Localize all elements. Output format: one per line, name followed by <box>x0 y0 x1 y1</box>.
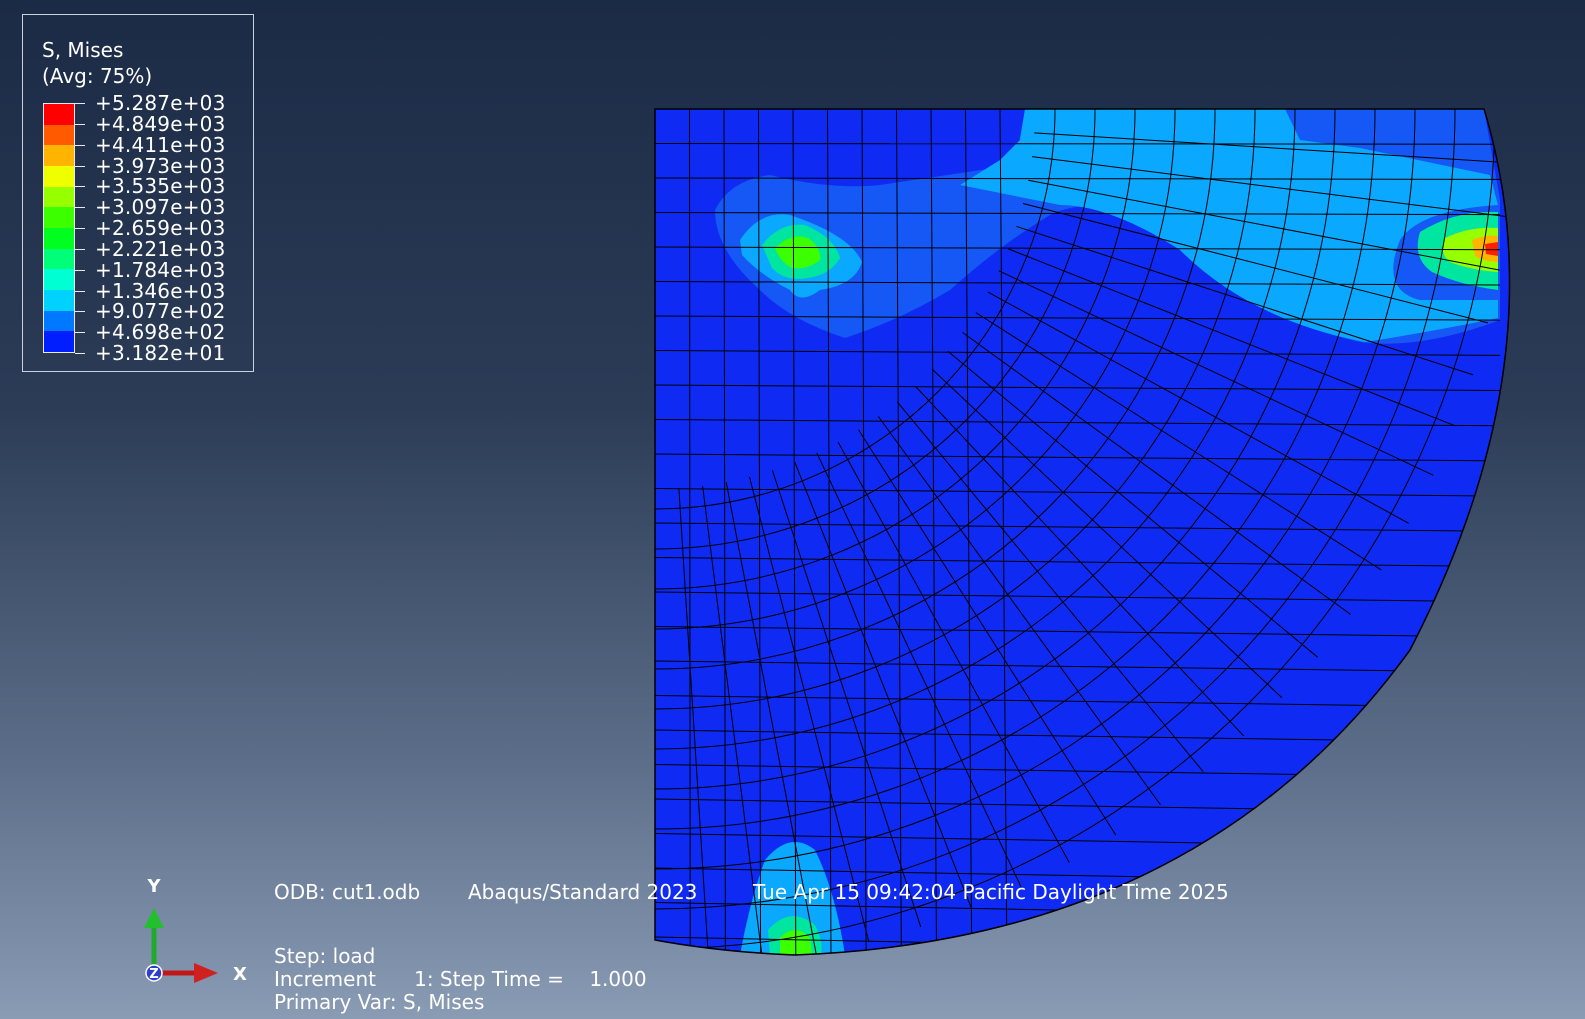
legend-swatch <box>44 166 74 187</box>
x-axis-label: X <box>233 964 247 985</box>
coordinate-triad: Z Y X <box>144 876 247 985</box>
legend-tick <box>75 311 85 313</box>
legend-tick <box>75 123 85 125</box>
legend-tick <box>75 269 85 271</box>
legend-tick <box>75 228 85 229</box>
legend-tick <box>75 103 85 104</box>
timestamp: Tue Apr 15 09:42:04 Pacific Daylight Tim… <box>753 880 1229 904</box>
solver-version: Abaqus/Standard 2023 <box>468 880 698 904</box>
legend-tick <box>75 207 85 209</box>
legend-tick <box>75 186 85 188</box>
legend-tick <box>75 248 85 250</box>
increment-info: Increment 1: Step Time = 1.000 <box>274 967 647 991</box>
legend-swatch <box>44 228 74 249</box>
legend-tick <box>75 290 85 292</box>
abaqus-viewport[interactable]: S, Mises (Avg: 75%) +5.287e+03 +4.849e+03… <box>0 0 1585 1019</box>
legend-color-bar <box>43 103 75 353</box>
y-axis-arrowhead <box>144 908 164 928</box>
legend-swatch <box>44 207 74 229</box>
y-axis-label: Y <box>146 876 161 897</box>
contour-fill <box>655 109 1510 955</box>
legend-swatch <box>44 186 74 208</box>
legend-swatch <box>44 248 74 270</box>
legend-averaging: (Avg: 75%) <box>42 64 153 88</box>
legend-tick <box>75 332 85 334</box>
legend-swatch <box>44 104 74 125</box>
x-axis-arrowhead <box>194 963 218 983</box>
primary-variable: Primary Var: S, Mises <box>274 990 485 1014</box>
mesh-line <box>655 143 1501 145</box>
legend-swatch <box>44 290 74 311</box>
legend-swatch <box>44 124 74 146</box>
legend-tick <box>75 353 85 354</box>
odb-name: ODB: cut1.odb <box>274 880 421 904</box>
legend-swatch <box>44 331 74 353</box>
legend-swatch <box>44 145 74 167</box>
legend-swatch <box>44 269 74 291</box>
legend-panel[interactable]: S, Mises (Avg: 75%) +5.287e+03 +4.849e+03… <box>22 14 254 372</box>
legend-tick <box>75 165 85 167</box>
legend-tick <box>75 144 85 146</box>
legend-value: +3.182e+01 <box>95 341 226 365</box>
legend-swatch <box>44 310 74 332</box>
legend-title: S, Mises <box>42 38 124 62</box>
hotspot-right-peak <box>1485 242 1498 256</box>
z-axis-label: Z <box>149 967 158 982</box>
step-name: Step: load <box>274 944 376 968</box>
